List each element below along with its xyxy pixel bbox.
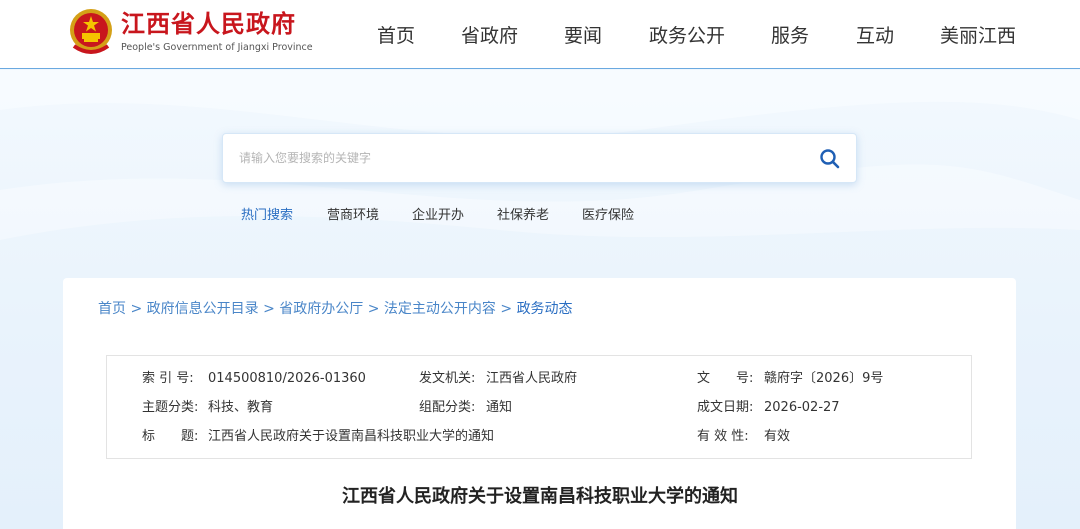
hot-search-title: 热门搜索: [241, 208, 294, 223]
breadcrumb-separator: >: [500, 301, 513, 317]
breadcrumb-statutory-disclosure[interactable]: 法定主动公开内容: [384, 301, 496, 317]
breadcrumb-separator: >: [263, 301, 275, 317]
breadcrumb: 首页 > 政府信息公开目录 > 省政府办公厅 > 法定主动公开内容 > 政务动态: [98, 299, 573, 319]
hot-search-start-business[interactable]: 企业开办: [412, 207, 464, 225]
meta-index-value: 014500810/2026-01360: [208, 371, 366, 386]
nav-news[interactable]: 要闻: [564, 22, 602, 50]
site-header: 江西省人民政府 People's Government of Jiangxi P…: [0, 0, 1080, 69]
meta-date-label: 成文日期:: [697, 400, 754, 415]
breadcrumb-home[interactable]: 首页: [98, 301, 126, 317]
meta-topic-label: 主题分类:: [142, 400, 199, 415]
national-emblem-icon[interactable]: [68, 6, 114, 58]
hot-search-medical-insurance[interactable]: 医疗保险: [582, 207, 634, 225]
site-logo-subtitle: People's Government of Jiangxi Province: [121, 42, 313, 53]
meta-date-value: 2026-02-27: [764, 400, 840, 415]
breadcrumb-separator: >: [130, 301, 143, 317]
meta-docno-value: 赣府字〔2026〕9号: [764, 371, 884, 386]
meta-index-label: 索 引 号:: [142, 371, 194, 386]
breadcrumb-general-office[interactable]: 省政府办公厅: [279, 301, 363, 317]
meta-org-label: 组配分类:: [419, 400, 476, 415]
hot-search-business-environment[interactable]: 营商环境: [327, 207, 379, 225]
site-logo-title[interactable]: 江西省人民政府: [121, 9, 296, 39]
nav-services[interactable]: 服务: [771, 22, 809, 50]
meta-issuer-value: 江西省人民政府: [486, 371, 578, 386]
breadcrumb-current[interactable]: 政务动态: [517, 301, 573, 317]
meta-validity-label: 有 效 性:: [697, 429, 749, 444]
search-input[interactable]: [239, 142, 799, 174]
meta-issuer-label: 发文机关:: [419, 371, 476, 386]
breadcrumb-info-catalog[interactable]: 政府信息公开目录: [147, 301, 259, 317]
document-title: 江西省人民政府关于设置南昌科技职业大学的通知: [342, 486, 738, 507]
nav-beautiful-jiangxi[interactable]: 美丽江西: [940, 22, 1016, 50]
meta-title-label: 标 题:: [142, 429, 199, 444]
meta-org-value: 通知: [486, 400, 513, 415]
breadcrumb-separator: >: [367, 301, 380, 317]
meta-validity-value: 有效: [764, 429, 791, 444]
nav-interaction[interactable]: 互动: [856, 22, 894, 50]
hot-search-social-security[interactable]: 社保养老: [497, 207, 549, 225]
meta-docno-label: 文 号:: [697, 371, 754, 386]
nav-home[interactable]: 首页: [377, 22, 415, 50]
meta-topic-value: 科技、教育: [208, 400, 274, 415]
meta-title-value: 江西省人民政府关于设置南昌科技职业大学的通知: [208, 429, 495, 444]
search-bar: [222, 133, 857, 183]
search-icon[interactable]: [818, 147, 842, 171]
nav-provincial-government[interactable]: 省政府: [461, 22, 518, 50]
nav-government-affairs[interactable]: 政务公开: [649, 22, 725, 50]
